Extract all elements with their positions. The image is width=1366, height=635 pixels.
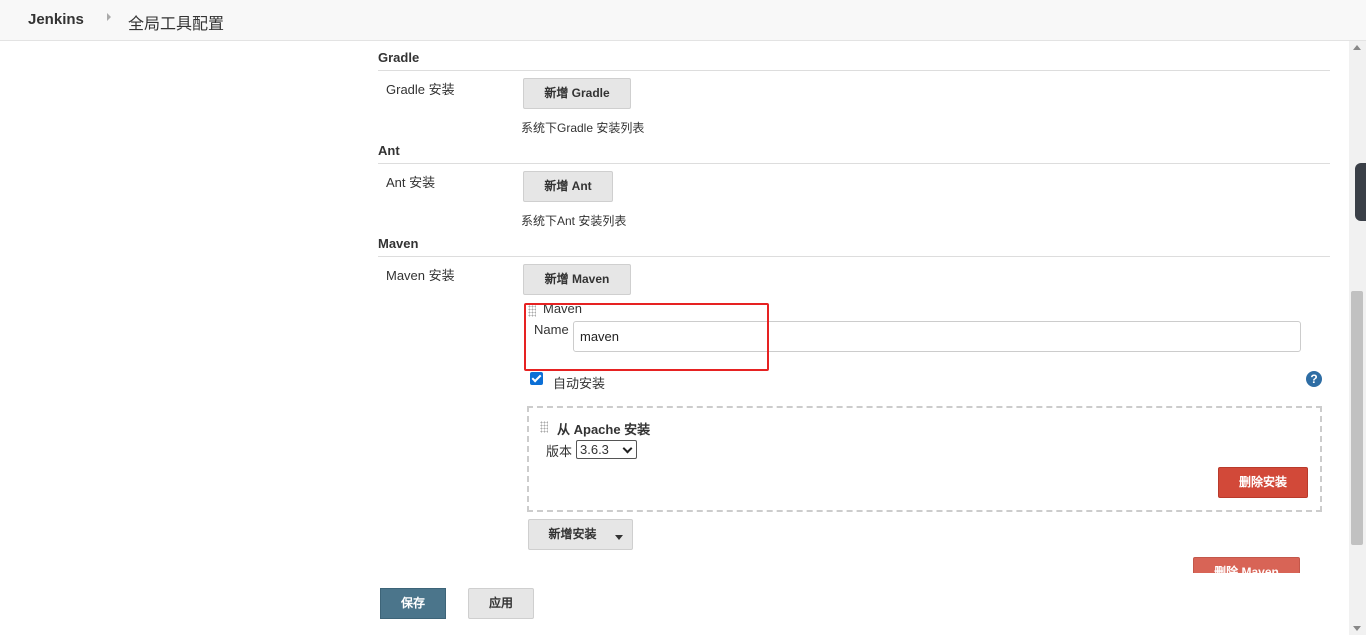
version-select[interactable]: 3.6.3: [576, 440, 637, 459]
divider: [378, 163, 1330, 164]
add-ant-button[interactable]: 新增 Ant: [523, 171, 613, 202]
ant-description: 系统下Ant 安装列表: [521, 214, 627, 228]
scroll-down-icon[interactable]: [1353, 626, 1361, 631]
auto-install-label: 自动安装: [553, 376, 606, 391]
save-button[interactable]: 保存: [380, 588, 446, 619]
apply-button[interactable]: 应用: [468, 588, 534, 619]
section-title-ant: Ant: [378, 143, 400, 158]
caret-down-icon: [615, 535, 623, 540]
jenkins-home-link[interactable]: Jenkins: [28, 11, 84, 28]
help-icon[interactable]: ?: [1306, 371, 1322, 387]
maven-install-label: Maven 安装: [386, 268, 455, 283]
add-maven-button[interactable]: 新增 Maven: [523, 264, 631, 295]
add-gradle-button[interactable]: 新增 Gradle: [523, 78, 631, 109]
vertical-scrollbar[interactable]: [1349, 41, 1366, 635]
delete-maven-clip: 删除 Maven: [1193, 557, 1300, 573]
delete-maven-button[interactable]: 删除 Maven: [1193, 557, 1300, 573]
drag-handle-icon[interactable]: [540, 421, 548, 433]
installer-title: 从 Apache 安装: [557, 422, 651, 437]
gradle-description: 系统下Gradle 安装列表: [521, 121, 645, 135]
scrollbar-thumb[interactable]: [1351, 291, 1363, 545]
version-label: 版本: [546, 444, 573, 459]
version-select-value: 3.6.3: [580, 442, 609, 457]
chevron-down-icon: [622, 443, 633, 454]
highlight-annotation: [524, 303, 769, 371]
add-installer-label: 新增安装: [548, 527, 597, 541]
breadcrumb-current[interactable]: 全局工具配置: [128, 10, 224, 34]
delete-installer-button[interactable]: 删除安装: [1218, 467, 1308, 498]
auto-install-checkbox[interactable]: [530, 372, 543, 385]
add-installer-dropdown-button[interactable]: 新增安装: [528, 519, 633, 550]
breadcrumb-separator-icon: [107, 13, 111, 21]
scroll-up-icon[interactable]: [1353, 45, 1361, 50]
divider: [378, 70, 1330, 71]
section-title-maven: Maven: [378, 236, 419, 251]
top-header: Jenkins 全局工具配置: [0, 0, 1366, 41]
section-title-gradle: Gradle: [378, 50, 420, 65]
gradle-install-label: Gradle 安装: [386, 82, 455, 97]
ant-install-label: Ant 安装: [386, 175, 436, 190]
divider: [378, 256, 1330, 257]
side-widget-tab[interactable]: [1355, 163, 1366, 221]
